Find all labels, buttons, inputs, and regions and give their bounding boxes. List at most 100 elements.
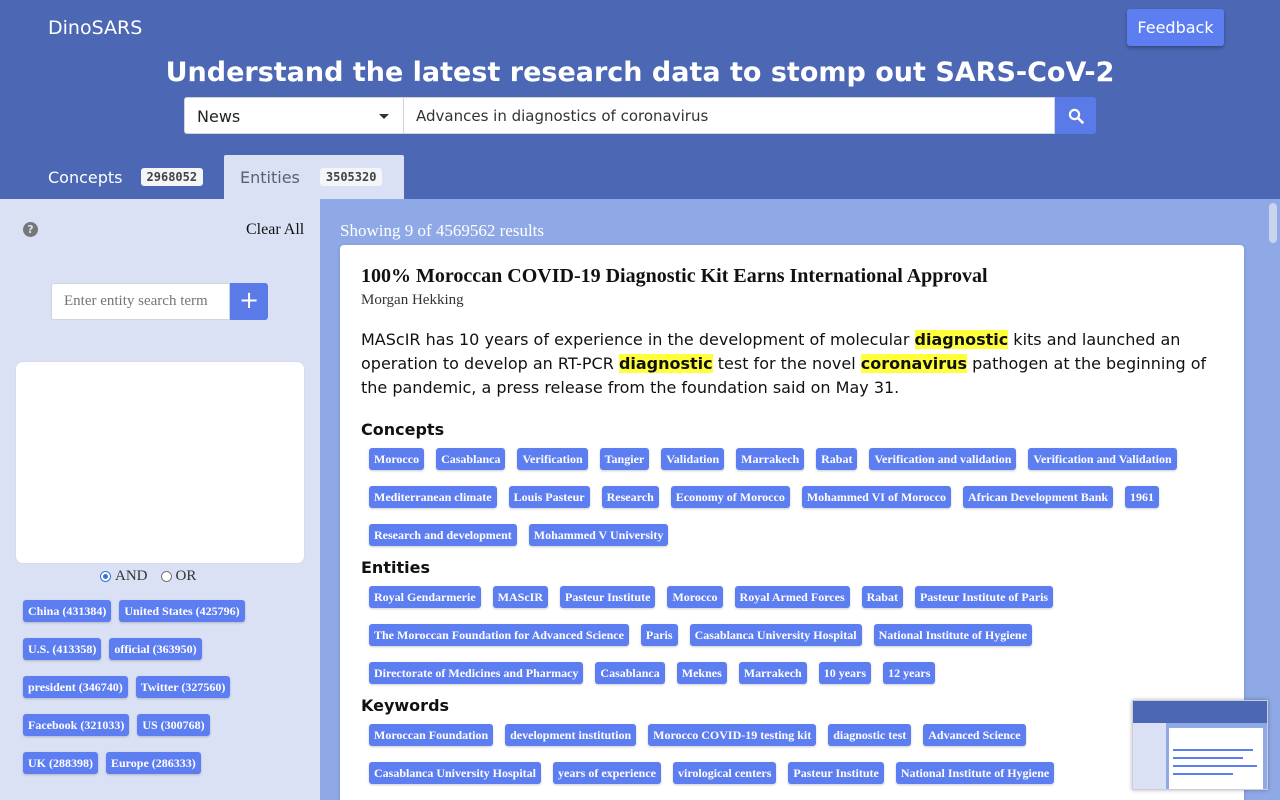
feedback-button[interactable]: Feedback — [1127, 9, 1224, 46]
entity-chip[interactable]: Directorate of Medicines and Pharmacy — [369, 662, 584, 684]
entity-facet-chip[interactable]: U.S. (413358) — [23, 638, 102, 660]
and-label: AND — [115, 568, 148, 584]
keyword-chip[interactable]: Moroccan Foundation — [369, 724, 494, 746]
concept-chip[interactable]: Research and development — [369, 524, 517, 546]
entity-facet-chip[interactable]: UK (288398) — [23, 752, 98, 774]
entity-chip[interactable]: Royal Armed Forces — [734, 586, 850, 608]
result-title[interactable]: 100% Moroccan COVID-19 Diagnostic Kit Ea… — [361, 265, 988, 288]
entity-chip[interactable]: National Institute of Hygiene — [873, 624, 1032, 646]
entity-chip[interactable]: Rabat — [861, 586, 903, 608]
category-select[interactable]: News — [184, 97, 404, 134]
highlighted-term: diagnostic — [618, 354, 713, 373]
concept-chip[interactable]: Casablanca — [436, 448, 506, 470]
keyword-chip[interactable]: diagnostic test — [828, 724, 912, 746]
chip-row: Royal Gendarmerie MAScIR Pasteur Institute… — [369, 586, 1229, 624]
entity-chip[interactable]: Casablanca University Hospital — [689, 624, 862, 646]
keyword-chip[interactable]: virological centers — [672, 762, 777, 784]
entity-chip[interactable]: 12 years — [883, 662, 936, 684]
concept-chip[interactable]: Verification — [517, 448, 588, 470]
concept-chip[interactable]: Morocco — [369, 448, 425, 470]
entity-facet-chip[interactable]: China (431384) — [23, 600, 112, 622]
keyword-chip[interactable]: development institution — [505, 724, 637, 746]
concept-chip[interactable]: Mohammed VI of Morocco — [801, 486, 952, 508]
concept-chip[interactable]: Marrakech — [736, 448, 805, 470]
highlighted-term: coronavirus — [860, 354, 968, 373]
entity-facet-chip[interactable]: Twitter (327560) — [135, 676, 231, 698]
search-button[interactable] — [1055, 97, 1096, 134]
and-radio[interactable] — [100, 571, 111, 582]
concept-chip[interactable]: 1961 — [1125, 486, 1160, 508]
concept-chip[interactable]: Research — [601, 486, 659, 508]
entity-chip[interactable]: MAScIR — [492, 586, 548, 608]
scrollbar-thumb[interactable] — [1269, 203, 1277, 243]
entity-facet-chip[interactable]: official (363950) — [109, 638, 202, 660]
page-headline: Understand the latest research data to s… — [165, 57, 1115, 88]
brand-logo[interactable]: DinoSARS — [48, 17, 142, 39]
keyword-chip[interactable]: Pasteur Institute — [788, 762, 884, 784]
entity-search-input[interactable] — [51, 283, 230, 320]
chip-row: Morocco Casablanca Verification Tangier Vali… — [369, 448, 1229, 486]
tab-label: Concepts — [48, 167, 123, 187]
chip-row: Moroccan Foundation development instituti… — [369, 724, 1229, 762]
concept-chip[interactable]: Validation — [661, 448, 725, 470]
highlighted-term: diagnostic — [914, 330, 1009, 349]
concept-chip[interactable]: Economy of Morocco — [670, 486, 790, 508]
chip-row: Facebook (321033) US (300768) — [23, 714, 313, 752]
entities-heading: Entities — [361, 558, 430, 577]
entity-facet-chip[interactable]: Facebook (321033) — [23, 714, 130, 736]
result-card: 100% Moroccan COVID-19 Diagnostic Kit Ea… — [340, 245, 1244, 800]
entity-chip[interactable]: Pasteur Institute — [559, 586, 656, 608]
chip-row: UK (288398) Europe (286333) — [23, 752, 313, 790]
header: DinoSARS Feedback Understand the latest … — [0, 0, 1280, 199]
tab-bar: Concepts 2968052 Entities 3505320 — [0, 155, 1280, 199]
logic-toggle: AND OR — [100, 568, 196, 585]
entity-chip[interactable]: Royal Gendarmerie — [369, 586, 481, 608]
snippet-text: MAScIR has 10 years of experience in the… — [361, 330, 915, 349]
concept-chip[interactable]: Verification and validation — [869, 448, 1017, 470]
entity-chip[interactable]: 10 years — [818, 662, 872, 684]
or-radio[interactable] — [160, 571, 172, 582]
keyword-chip[interactable]: Morocco COVID-19 testing kit — [648, 724, 817, 746]
concept-chip[interactable]: African Development Bank — [963, 486, 1114, 508]
chip-row: Research and development Mohammed V Unive… — [369, 524, 1229, 562]
entity-chip[interactable]: Pasteur Institute of Paris — [914, 586, 1054, 608]
tab-concepts[interactable]: Concepts 2968052 — [0, 155, 224, 199]
tab-count-badge: 3505320 — [319, 168, 383, 186]
concept-chip[interactable]: Verification and Validation — [1028, 448, 1177, 470]
clear-all-button[interactable]: Clear All — [246, 221, 304, 239]
snippet-text: test for the novel — [712, 354, 861, 373]
entity-facet-chip[interactable]: US (300768) — [137, 714, 210, 736]
concept-chip[interactable]: Louis Pasteur — [508, 486, 590, 508]
page-thumbnail[interactable] — [1132, 700, 1268, 790]
add-entity-button[interactable]: + — [230, 283, 268, 320]
chip-row: Mediterranean climate Louis Pasteur Resear… — [369, 486, 1229, 524]
entity-chip[interactable]: Meknes — [676, 662, 727, 684]
search-bar: News — [184, 97, 1096, 134]
chip-row: Directorate of Medicines and Pharmacy Cas… — [369, 662, 1229, 700]
entity-chip[interactable]: Morocco — [667, 586, 723, 608]
entity-facet-chip[interactable]: United States (425796) — [119, 600, 245, 622]
keywords-heading: Keywords — [361, 696, 450, 715]
keyword-chip[interactable]: National Institute of Hygiene — [895, 762, 1055, 784]
or-label: OR — [175, 568, 197, 584]
concept-chip[interactable]: Rabat — [816, 448, 858, 470]
chip-row: president (346740) Twitter (327560) — [23, 676, 313, 714]
entity-chip[interactable]: Casablanca — [595, 662, 665, 684]
concept-chip[interactable]: Mohammed V University — [528, 524, 669, 546]
keyword-chip[interactable]: Casablanca University Hospital — [369, 762, 542, 784]
entity-facet-chip[interactable]: Europe (286333) — [106, 752, 201, 774]
keyword-chip[interactable]: years of experience — [553, 762, 661, 784]
tab-entities[interactable]: Entities 3505320 — [224, 155, 404, 199]
keyword-chip[interactable]: Advanced Science — [923, 724, 1026, 746]
entity-chip[interactable]: The Moroccan Foundation for Advanced Sci… — [369, 624, 629, 646]
results-scrollbar[interactable] — [1266, 199, 1280, 800]
entity-chip[interactable]: Marrakech — [738, 662, 807, 684]
concept-chip[interactable]: Tangier — [599, 448, 650, 470]
entity-chip[interactable]: Paris — [640, 624, 678, 646]
entity-facet-chip[interactable]: president (346740) — [23, 676, 128, 698]
search-input[interactable] — [404, 97, 1055, 134]
search-icon — [1068, 108, 1084, 124]
result-snippet: MAScIR has 10 years of experience in the… — [361, 328, 1221, 400]
concept-chip[interactable]: Mediterranean climate — [369, 486, 497, 508]
help-icon[interactable]: ? — [23, 222, 38, 237]
